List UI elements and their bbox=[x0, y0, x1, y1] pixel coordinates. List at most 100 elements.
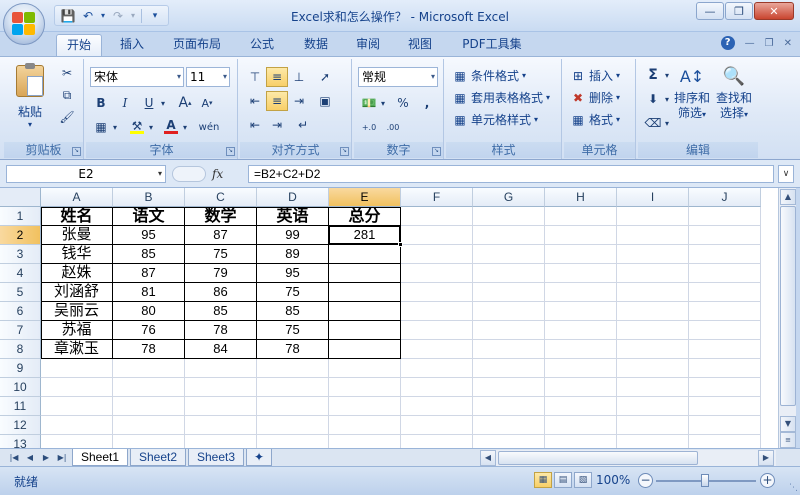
grid-cell[interactable] bbox=[473, 283, 545, 302]
grid-cell[interactable] bbox=[401, 207, 473, 226]
grid-cell[interactable] bbox=[617, 340, 689, 359]
score-cell[interactable]: 85 bbox=[113, 245, 185, 264]
grid-cell[interactable] bbox=[473, 226, 545, 245]
autosum-icon[interactable]: Σ bbox=[642, 65, 664, 85]
row-header-6[interactable]: 6 bbox=[0, 302, 41, 321]
phonetic-icon[interactable]: wén bbox=[196, 117, 222, 137]
score-cell[interactable]: 84 bbox=[185, 340, 257, 359]
alignment-launcher-icon[interactable]: ↘ bbox=[340, 147, 349, 156]
font-color-dropdown-icon[interactable]: ▾ bbox=[180, 117, 190, 137]
bold-button[interactable]: B bbox=[90, 93, 112, 113]
close-icon[interactable]: ✕ bbox=[754, 2, 794, 20]
grid-cell[interactable] bbox=[185, 435, 257, 448]
grid-cell[interactable] bbox=[689, 416, 761, 435]
formula-slider-icon[interactable] bbox=[172, 166, 206, 182]
align-right-icon[interactable]: ⇥ bbox=[288, 91, 310, 111]
grid-cell[interactable] bbox=[185, 359, 257, 378]
score-cell[interactable]: 78 bbox=[185, 321, 257, 340]
tab-review[interactable]: 审阅 bbox=[346, 34, 390, 56]
grid-cell[interactable] bbox=[113, 359, 185, 378]
clipboard-launcher-icon[interactable]: ↘ bbox=[72, 147, 81, 156]
resize-grip-icon[interactable]: ⋱ bbox=[789, 483, 798, 493]
grid-cell[interactable] bbox=[545, 302, 617, 321]
number-format-select[interactable]: 常规 ▾ bbox=[358, 67, 438, 87]
grid-cell[interactable] bbox=[617, 264, 689, 283]
tab-view[interactable]: 视图 bbox=[398, 34, 442, 56]
column-header-i[interactable]: I bbox=[617, 188, 689, 207]
grid-cell[interactable] bbox=[689, 245, 761, 264]
delete-cells-button[interactable]: ✖ 删除 ▾ bbox=[570, 89, 620, 106]
column-header-j[interactable]: J bbox=[689, 188, 761, 207]
grid-cell[interactable] bbox=[257, 378, 329, 397]
grid-cell[interactable] bbox=[545, 435, 617, 448]
total-cell[interactable] bbox=[329, 302, 401, 321]
grid-cell[interactable] bbox=[113, 435, 185, 448]
column-header-h[interactable]: H bbox=[545, 188, 617, 207]
grid-cell[interactable] bbox=[473, 245, 545, 264]
row-header-10[interactable]: 10 bbox=[0, 378, 41, 397]
grid-cell[interactable] bbox=[257, 435, 329, 448]
grid-cell[interactable] bbox=[257, 397, 329, 416]
grid-cell[interactable] bbox=[545, 283, 617, 302]
cell-styles-button[interactable]: ▦ 单元格样式 ▾ bbox=[452, 111, 538, 128]
student-name-cell[interactable]: 钱华 bbox=[41, 245, 113, 264]
grid-cell[interactable] bbox=[617, 435, 689, 448]
sheet-tab-sheet2[interactable]: Sheet2 bbox=[130, 449, 186, 466]
total-cell[interactable] bbox=[329, 321, 401, 340]
table-header-cell[interactable]: 数学 bbox=[185, 207, 257, 226]
score-cell[interactable]: 85 bbox=[185, 302, 257, 321]
total-cell[interactable] bbox=[329, 283, 401, 302]
grid-cell[interactable] bbox=[545, 378, 617, 397]
underline-dropdown-icon[interactable]: ▾ bbox=[158, 93, 168, 113]
format-cells-button[interactable]: ▦ 格式 ▾ bbox=[570, 111, 620, 128]
fill-handle[interactable] bbox=[398, 242, 403, 247]
orientation-icon[interactable]: ➚ bbox=[314, 67, 336, 87]
score-cell[interactable]: 75 bbox=[185, 245, 257, 264]
grid-cell[interactable] bbox=[401, 416, 473, 435]
column-header-e[interactable]: E bbox=[329, 188, 401, 207]
score-cell[interactable]: 76 bbox=[113, 321, 185, 340]
grid-cell[interactable] bbox=[689, 283, 761, 302]
horizontal-scroll-thumb[interactable] bbox=[498, 451, 698, 465]
number-launcher-icon[interactable]: ↘ bbox=[432, 147, 441, 156]
grid-cell[interactable] bbox=[689, 302, 761, 321]
grid-cell[interactable] bbox=[617, 302, 689, 321]
grid-cell[interactable] bbox=[41, 416, 113, 435]
align-left-icon[interactable]: ⇤ bbox=[244, 91, 266, 111]
format-painter-icon[interactable]: 🖌 bbox=[56, 107, 78, 127]
scroll-right-icon[interactable]: ▶ bbox=[758, 450, 774, 466]
name-box[interactable]: E2 ▾ bbox=[6, 165, 166, 183]
tab-insert[interactable]: 插入 bbox=[110, 34, 154, 56]
horizontal-scrollbar[interactable]: ◀ ▶ bbox=[480, 450, 776, 466]
ribbon-close-icon[interactable]: ✕ bbox=[784, 38, 792, 49]
copy-icon[interactable]: ⧉ bbox=[56, 85, 78, 105]
scroll-down-icon[interactable]: ▼ bbox=[780, 416, 796, 432]
ribbon-restore-icon[interactable]: ❐ bbox=[765, 38, 774, 49]
table-header-cell[interactable]: 总分 bbox=[329, 207, 401, 226]
grid-cell[interactable] bbox=[41, 359, 113, 378]
grid-cell[interactable] bbox=[617, 397, 689, 416]
grid-cell[interactable] bbox=[473, 378, 545, 397]
grid-cell[interactable] bbox=[545, 416, 617, 435]
zoom-out-icon[interactable]: − bbox=[638, 473, 653, 488]
prev-sheet-icon[interactable]: ◀ bbox=[24, 451, 36, 464]
table-header-cell[interactable]: 英语 bbox=[257, 207, 329, 226]
row-header-12[interactable]: 12 bbox=[0, 416, 41, 435]
worksheet-grid[interactable]: A B C D E F G H I J 1 2 3 4 5 6 7 8 9 10 11 12 13 姓名 语文 数学 英语 总分 张曼 9… bbox=[0, 188, 778, 448]
grid-cell[interactable] bbox=[689, 435, 761, 448]
grid-cell[interactable] bbox=[113, 416, 185, 435]
grid-cell[interactable] bbox=[545, 245, 617, 264]
grid-cell[interactable] bbox=[401, 321, 473, 340]
row-header-7[interactable]: 7 bbox=[0, 321, 41, 340]
column-header-b[interactable]: B bbox=[113, 188, 185, 207]
grid-cell[interactable] bbox=[545, 321, 617, 340]
score-cell[interactable]: 95 bbox=[257, 264, 329, 283]
row-header-2[interactable]: 2 bbox=[0, 226, 41, 245]
grid-cell[interactable] bbox=[185, 378, 257, 397]
grid-cell[interactable] bbox=[41, 378, 113, 397]
font-size-select[interactable]: 11 ▾ bbox=[186, 67, 230, 87]
grid-cell[interactable] bbox=[473, 397, 545, 416]
underline-button[interactable]: U bbox=[138, 93, 160, 113]
student-name-cell[interactable]: 张曼 bbox=[41, 226, 113, 245]
student-name-cell[interactable]: 章漱玉 bbox=[41, 340, 113, 359]
